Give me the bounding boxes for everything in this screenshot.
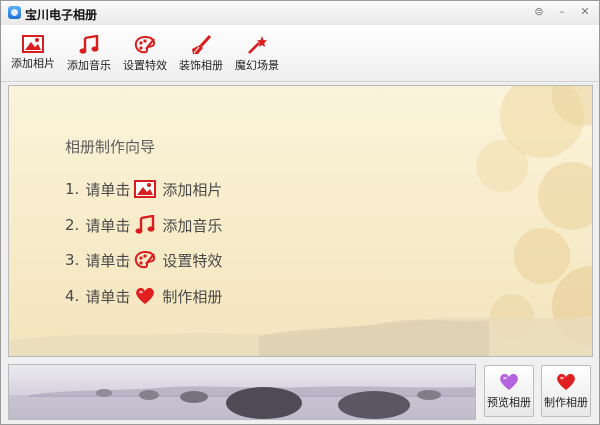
close-icon[interactable]: ✕ (577, 5, 593, 19)
step-action: 制作相册 (162, 287, 223, 306)
purple-heart-icon (500, 373, 518, 390)
make-album-label: 制作相册 (544, 396, 588, 409)
red-heart-icon (557, 373, 575, 390)
make-album-button[interactable]: 制作相册 (541, 365, 591, 417)
palette-icon[interactable] (134, 250, 156, 270)
magic-scene-label: 魔幻场景 (235, 59, 279, 72)
wizard-step: 1. 请单击 添加相片 (65, 177, 222, 201)
step-number: 1. (65, 180, 80, 198)
photo-icon (22, 35, 44, 53)
scenery-banner (8, 364, 476, 420)
magic-scene-button[interactable]: 魔幻场景 (231, 31, 283, 77)
app-logo-icon (8, 6, 21, 19)
add-photo-label: 添加相片 (11, 57, 55, 70)
preview-album-label: 预览相册 (487, 396, 531, 409)
wizard-step: 3. 请单击 设置特效 (65, 248, 222, 272)
step-prefix: 请单击 (85, 287, 131, 306)
decorate-label: 装饰相册 (179, 59, 223, 72)
brush-icon (192, 35, 212, 54)
palette-icon (134, 35, 156, 54)
music-note-icon[interactable] (134, 215, 156, 235)
add-music-label: 添加音乐 (67, 59, 111, 72)
photo-icon[interactable] (134, 179, 157, 199)
step-number: 4. (65, 287, 80, 305)
wizard-step: 2. 请单击 添加音乐 (65, 213, 222, 237)
effects-label: 设置特效 (123, 59, 167, 72)
step-number: 3. (65, 251, 80, 269)
heart-icon[interactable] (134, 286, 156, 306)
wizard-title: 相册制作向导 (65, 138, 156, 156)
step-prefix: 请单击 (85, 251, 131, 270)
step-prefix: 请单击 (85, 180, 131, 199)
preview-album-button[interactable]: 预览相册 (484, 365, 534, 417)
bottom-bar: 预览相册 制作相册 (1, 358, 599, 424)
menu-icon[interactable]: ⊜ (531, 5, 547, 19)
step-action: 添加相片 (162, 180, 223, 199)
add-music-button[interactable]: 添加音乐 (63, 31, 115, 77)
wizard-step: 4. 请单击 制作相册 (65, 284, 222, 308)
title-bar: 宝川电子相册 ⊜ – ✕ (1, 1, 599, 25)
step-number: 2. (65, 216, 80, 234)
music-note-icon (79, 35, 99, 54)
decorate-button[interactable]: 装饰相册 (175, 31, 227, 77)
step-prefix: 请单击 (85, 216, 131, 235)
window-title: 宝川电子相册 (25, 8, 98, 22)
minimize-icon[interactable]: – (554, 5, 570, 19)
step-action: 设置特效 (162, 251, 223, 270)
toolbar: 添加相片 添加音乐 设置特效 装饰相册 魔幻场景 (1, 25, 599, 82)
add-photo-button[interactable]: 添加相片 (7, 31, 59, 77)
wizard-panel: 相册制作向导 1. 请单击 添加相片 2. 请单击 添加音乐 3. 请单击 设置… (8, 85, 593, 357)
magic-wand-icon (248, 36, 267, 54)
app-window: 宝川电子相册 ⊜ – ✕ 添加相片 添加音乐 设置特效 装饰相册 魔幻场景 相册… (0, 0, 600, 425)
step-action: 添加音乐 (162, 216, 223, 235)
seascape-image (9, 386, 475, 419)
effects-button[interactable]: 设置特效 (119, 31, 171, 77)
